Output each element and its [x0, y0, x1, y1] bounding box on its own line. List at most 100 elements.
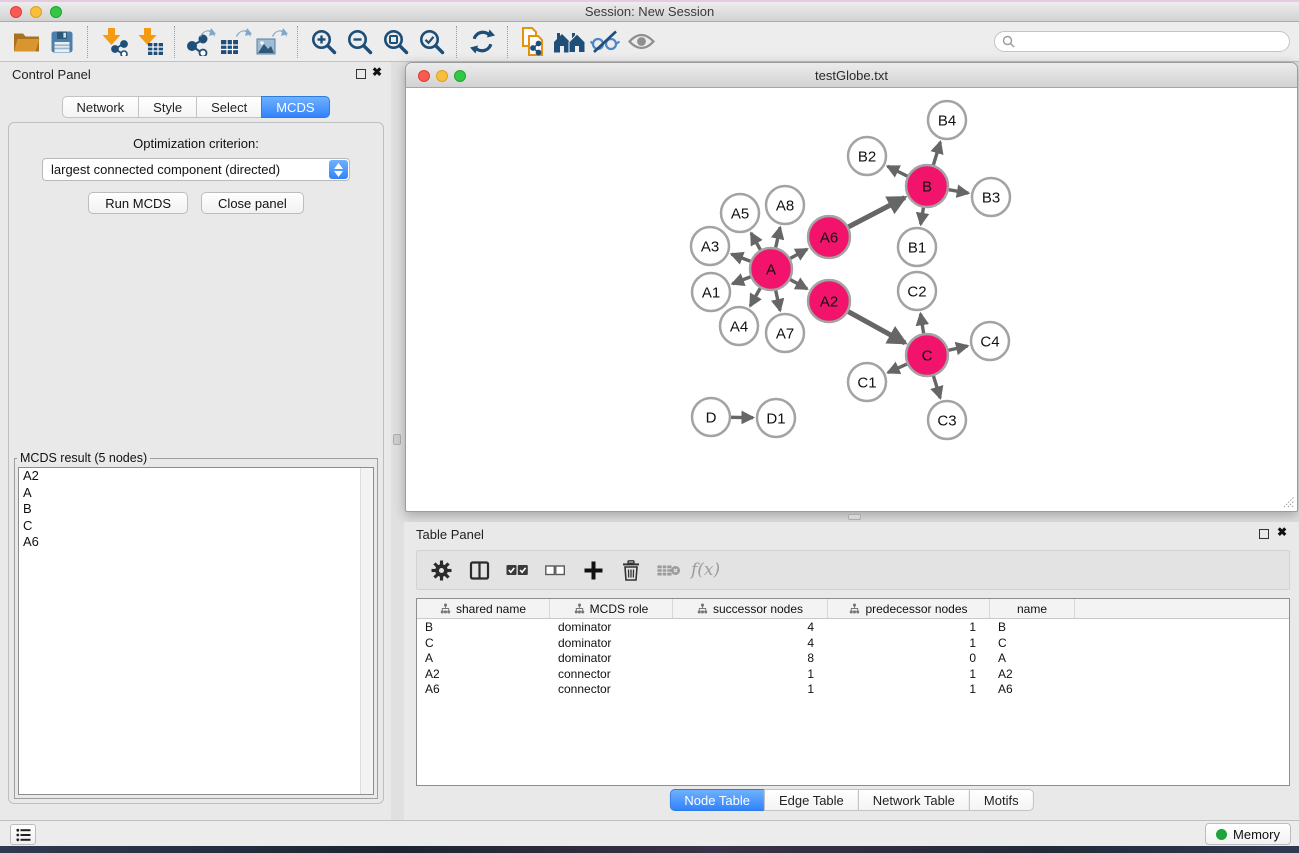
table-row[interactable]: Adominator80A — [417, 650, 1289, 666]
export-network-button[interactable] — [182, 25, 218, 59]
zoom-in-button[interactable] — [305, 25, 341, 59]
import-network-button[interactable] — [95, 25, 131, 59]
select-all-columns-button[interactable] — [501, 555, 533, 585]
import-table-button[interactable] — [131, 25, 167, 59]
table-cell[interactable]: B — [417, 619, 550, 635]
result-item[interactable]: A6 — [19, 534, 373, 551]
search-input[interactable] — [1015, 33, 1289, 50]
result-item[interactable]: B — [19, 501, 373, 518]
table-cell[interactable]: dominator — [550, 635, 673, 651]
table-cell[interactable]: 4 — [673, 635, 828, 651]
column-header-shared-name[interactable]: shared name — [417, 599, 550, 618]
tab-select[interactable]: Select — [196, 96, 262, 118]
settings-gear-button[interactable] — [425, 555, 457, 585]
table-cell[interactable]: 1 — [673, 666, 828, 682]
scrollbar-track[interactable] — [360, 468, 373, 794]
table-cell[interactable]: dominator — [550, 619, 673, 635]
mcds-result-list[interactable]: A2ABCA6 — [18, 467, 374, 795]
tab-style[interactable]: Style — [138, 96, 197, 118]
table-cell[interactable]: dominator — [550, 650, 673, 666]
delete-column-button[interactable] — [615, 555, 647, 585]
result-item[interactable]: C — [19, 518, 373, 535]
table-cell[interactable]: A2 — [417, 666, 550, 682]
table-row[interactable]: A6connector11A6 — [417, 681, 1289, 697]
table-row[interactable]: Bdominator41B — [417, 619, 1289, 635]
criterion-dropdown[interactable]: largest connected component (directed) — [42, 158, 350, 181]
close-view-button[interactable] — [418, 70, 430, 82]
show-panels-button[interactable] — [10, 824, 36, 845]
home-layout-button[interactable] — [551, 25, 587, 59]
session-titlebar[interactable]: Session: New Session — [0, 2, 1299, 22]
minimize-view-button[interactable] — [436, 70, 448, 82]
table-cell[interactable]: A2 — [990, 666, 1075, 682]
zoom-out-button[interactable] — [341, 25, 377, 59]
table-cell[interactable]: 1 — [828, 619, 990, 635]
table-cell[interactable]: 1 — [828, 666, 990, 682]
resize-grip-icon[interactable] — [1282, 495, 1295, 508]
table-cell[interactable]: C — [990, 635, 1075, 651]
search-field[interactable] — [994, 31, 1290, 52]
table-cell[interactable]: 1 — [673, 681, 828, 697]
table-cell[interactable]: 0 — [828, 650, 990, 666]
result-item[interactable]: A — [19, 485, 373, 502]
save-session-button[interactable] — [44, 25, 80, 59]
tab-motifs[interactable]: Motifs — [969, 789, 1034, 811]
table-cell[interactable]: C — [417, 635, 550, 651]
minimize-window-button[interactable] — [30, 6, 42, 18]
memory-button[interactable]: Memory — [1205, 823, 1291, 845]
zoom-fit-button[interactable] — [377, 25, 413, 59]
table-cell[interactable]: A — [417, 650, 550, 666]
table-cell[interactable]: B — [990, 619, 1075, 635]
clone-network-button[interactable] — [515, 25, 551, 59]
table-cell[interactable]: 1 — [828, 681, 990, 697]
close-window-button[interactable] — [10, 6, 22, 18]
zoom-window-button[interactable] — [50, 6, 62, 18]
vertical-splitter[interactable] — [391, 62, 404, 820]
close-panel-icon[interactable]: ✖ — [372, 65, 382, 79]
show-graphics-details-button[interactable] — [623, 25, 659, 59]
network-window-titlebar[interactable]: testGlobe.txt — [406, 63, 1297, 88]
column-header-name[interactable]: name — [990, 599, 1075, 618]
tab-network[interactable]: Network — [61, 96, 139, 118]
splitter-handle[interactable] — [393, 434, 401, 445]
export-table-button[interactable] — [218, 25, 254, 59]
float-panel-icon[interactable] — [356, 69, 366, 79]
tab-edge-table[interactable]: Edge Table — [764, 789, 859, 811]
table-cell[interactable]: connector — [550, 681, 673, 697]
zoom-view-button[interactable] — [454, 70, 466, 82]
column-header-successor-nodes[interactable]: successor nodes — [673, 599, 828, 618]
hide-graphics-details-button[interactable] — [587, 25, 623, 59]
function-builder-button[interactable]: f(x) — [691, 560, 720, 580]
show-column-button[interactable] — [463, 555, 495, 585]
table-row[interactable]: A2connector11A2 — [417, 666, 1289, 682]
run-mcds-button[interactable]: Run MCDS — [88, 192, 188, 214]
splitter-handle[interactable] — [848, 514, 861, 520]
result-item[interactable]: A2 — [19, 468, 373, 485]
horizontal-splitter[interactable] — [404, 512, 1299, 522]
add-column-button[interactable] — [577, 555, 609, 585]
tab-network-table[interactable]: Network Table — [858, 789, 970, 811]
node-table[interactable]: shared nameMCDS rolesuccessor nodesprede… — [416, 598, 1290, 786]
table-cell[interactable]: A6 — [990, 681, 1075, 697]
table-cell[interactable]: A — [990, 650, 1075, 666]
refresh-button[interactable] — [464, 25, 500, 59]
column-header-mcds-role[interactable]: MCDS role — [550, 599, 673, 618]
zoom-selected-button[interactable] — [413, 25, 449, 59]
network-canvas[interactable]: B4B2BB3A8A5A6A3B1AC2A1A2A4A7C4CC1C3DD1 — [406, 88, 1297, 510]
table-cell[interactable]: 8 — [673, 650, 828, 666]
delete-table-button[interactable] — [653, 555, 685, 585]
tab-mcds[interactable]: MCDS — [261, 96, 329, 118]
export-image-button[interactable] — [254, 25, 290, 59]
close-panel-button[interactable]: Close panel — [201, 192, 304, 214]
table-cell[interactable]: 1 — [828, 635, 990, 651]
open-folder-button[interactable] — [8, 25, 44, 59]
table-row[interactable]: Cdominator41C — [417, 635, 1289, 651]
unselect-all-columns-button[interactable] — [539, 555, 571, 585]
column-header-predecessor-nodes[interactable]: predecessor nodes — [828, 599, 990, 618]
table-cell[interactable]: 4 — [673, 619, 828, 635]
tab-node-table[interactable]: Node Table — [669, 789, 765, 811]
table-cell[interactable]: A6 — [417, 681, 550, 697]
close-panel-icon[interactable]: ✖ — [1277, 525, 1287, 539]
float-panel-icon[interactable] — [1259, 529, 1269, 539]
table-cell[interactable]: connector — [550, 666, 673, 682]
